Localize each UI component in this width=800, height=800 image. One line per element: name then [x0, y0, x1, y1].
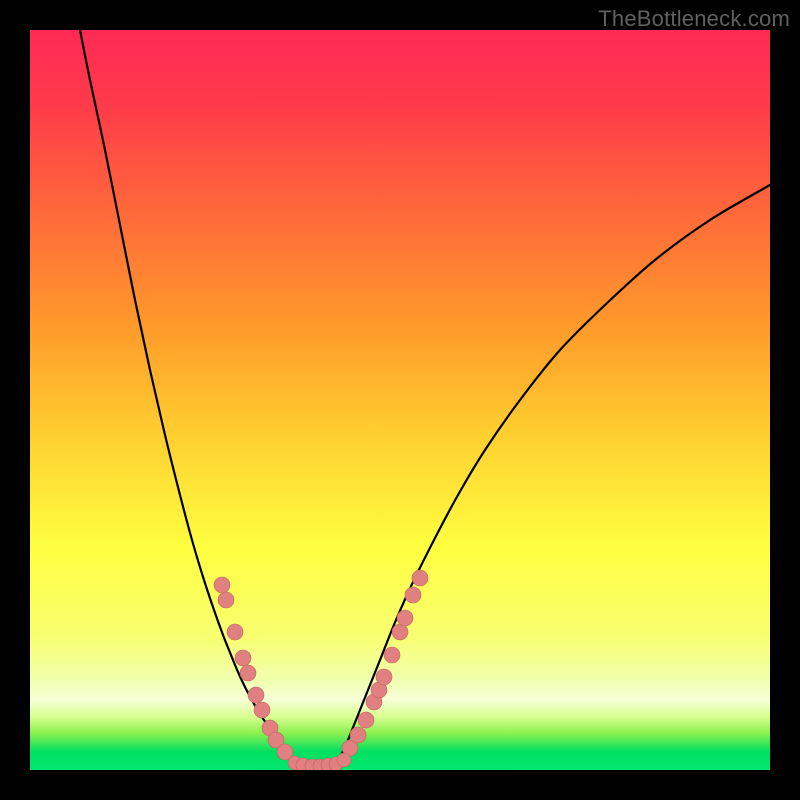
- bottleneck-curve: [80, 30, 770, 766]
- data-dot: [248, 687, 264, 703]
- watermark-text: TheBottleneck.com: [598, 6, 790, 32]
- data-dots: [214, 570, 428, 770]
- data-dot: [227, 624, 243, 640]
- data-dot: [235, 650, 251, 666]
- data-dot: [405, 587, 421, 603]
- curve-layer: [30, 30, 770, 770]
- data-dot: [384, 647, 400, 663]
- data-dot: [376, 669, 392, 685]
- data-dot: [392, 624, 408, 640]
- data-dot: [350, 727, 366, 743]
- data-dot: [214, 577, 230, 593]
- data-dot: [218, 592, 234, 608]
- data-dot: [412, 570, 428, 586]
- data-dot: [358, 712, 374, 728]
- data-dot: [254, 702, 270, 718]
- data-dot: [337, 753, 351, 767]
- data-dot: [397, 610, 413, 626]
- outer-frame: TheBottleneck.com: [0, 0, 800, 800]
- data-dot: [240, 665, 256, 681]
- plot-area: [30, 30, 770, 770]
